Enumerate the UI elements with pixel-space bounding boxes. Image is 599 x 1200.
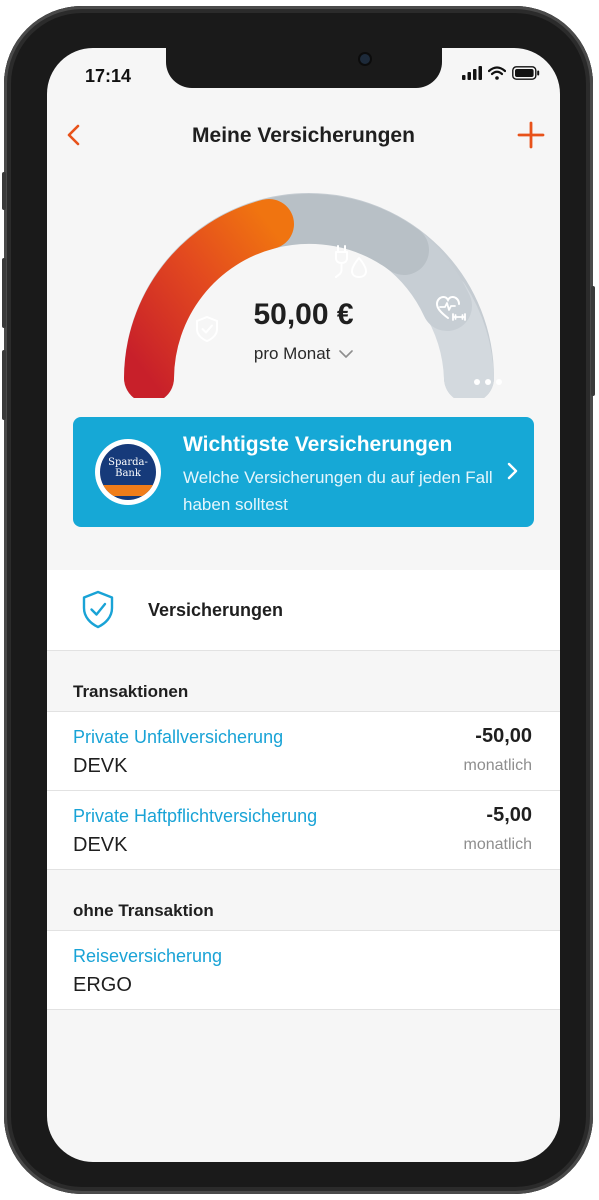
logo-text-line1: Sparda- [108, 457, 148, 468]
page-title: Meine Versicherungen [192, 124, 415, 147]
insurance-amount: -50,00 [475, 725, 532, 747]
insurance-provider: DEVK [73, 755, 128, 777]
monthly-amount: 50,00 € [253, 298, 354, 331]
group-header-transactions: Transaktionen [47, 651, 560, 712]
insurance-category-header[interactable]: Versicherungen [47, 570, 560, 651]
promo-card[interactable]: Sparda- Bank Wichtigste Versicherungen W… [73, 417, 534, 527]
chevron-right-icon [507, 462, 518, 480]
group-title: Transaktionen [73, 682, 189, 701]
spending-gauge[interactable] [109, 188, 509, 398]
period-label: pro Monat [253, 344, 331, 363]
group-header-no-transaction: ohne Transaktion [47, 870, 560, 931]
status-icons [462, 66, 540, 80]
wifi-icon [488, 66, 506, 80]
chevron-down-icon [339, 350, 353, 358]
logo-text-line2: Bank [115, 468, 141, 479]
insurance-row[interactable]: Private Haftpflichtversicherung DEVK -5,… [47, 791, 560, 870]
notch [166, 48, 442, 88]
promo-title: Wichtigste Versicherungen [183, 433, 453, 456]
insurance-name: Private Haftpflichtversicherung [73, 806, 318, 826]
shield-check-icon [82, 590, 114, 629]
sparda-bank-logo: Sparda- Bank [95, 439, 161, 505]
insurance-provider: DEVK [73, 834, 128, 856]
insurance-name: Private Unfallversicherung [73, 727, 284, 747]
cellular-signal-icon [462, 66, 482, 80]
insurance-category-label: Versicherungen [148, 600, 284, 620]
front-camera [360, 54, 370, 64]
promo-text: Welche Versicherungen du auf jeden Fall … [183, 468, 493, 514]
more-dots-icon [474, 379, 502, 385]
power-button [591, 286, 595, 396]
battery-icon [512, 66, 540, 80]
mute-switch [2, 172, 6, 210]
insurance-frequency: monatlich [463, 836, 532, 853]
volume-up-button [2, 258, 6, 328]
group-title: ohne Transaktion [73, 901, 214, 920]
app-screen: 17:14 Meine Versicherungen 50,00 € pro M… [47, 48, 560, 1162]
insurance-frequency: monatlich [463, 757, 532, 774]
period-selector[interactable]: pro Monat [47, 344, 560, 364]
insurance-row[interactable]: Private Unfallversicherung DEVK -50,00 m… [47, 712, 560, 791]
logo-stripe [100, 485, 156, 496]
volume-down-button [2, 350, 6, 420]
insurance-amount: -5,00 [486, 804, 532, 826]
phone-frame: 17:14 Meine Versicherungen 50,00 € pro M… [2, 6, 595, 1194]
insurance-name: Reiseversicherung [73, 946, 223, 966]
add-plus-icon[interactable] [516, 120, 546, 150]
nav-bar: Meine Versicherungen [47, 112, 560, 160]
insurance-row[interactable]: Reiseversicherung ERGO [47, 931, 560, 1010]
status-time: 17:14 [85, 66, 132, 86]
insurance-provider: ERGO [73, 974, 132, 996]
